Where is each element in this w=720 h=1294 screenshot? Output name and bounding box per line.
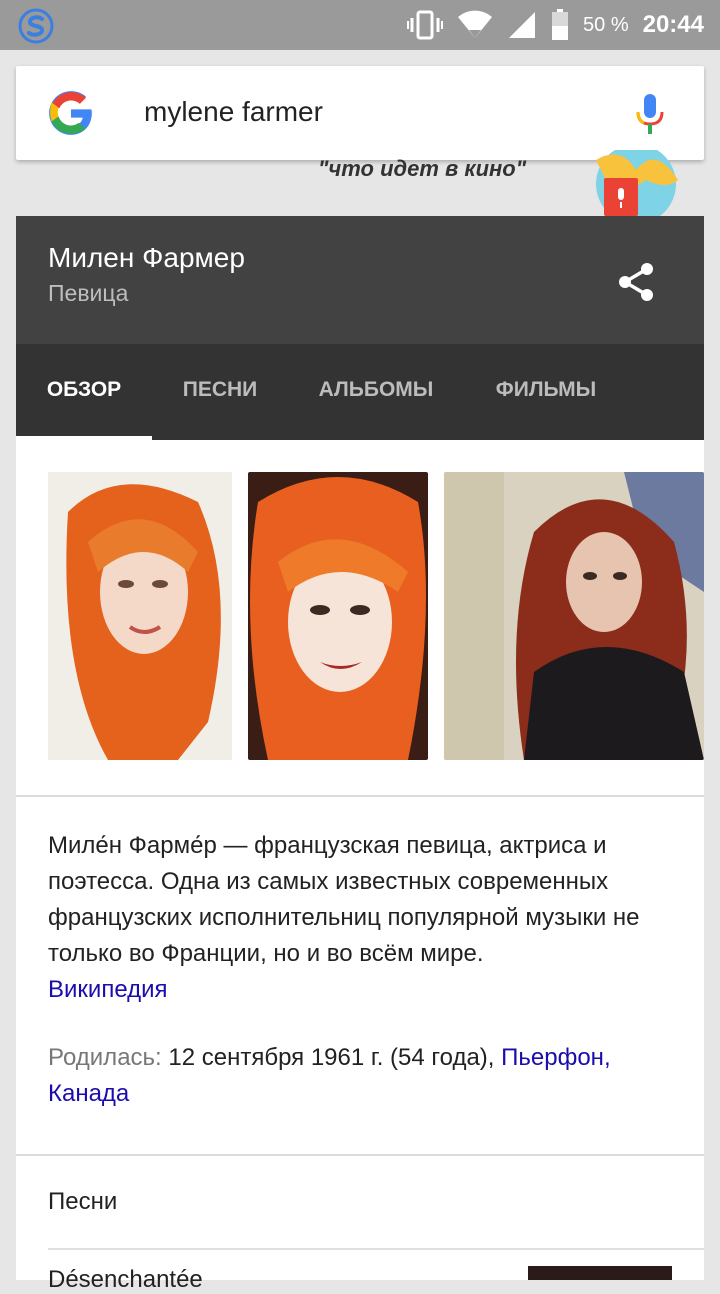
born-label: Родилась: <box>48 1044 162 1071</box>
vibrate-icon <box>407 10 444 40</box>
description-text: Миле́н Фарме́р — французская певица, акт… <box>48 832 640 967</box>
search-query[interactable]: mylene farmer <box>144 96 323 128</box>
photo-1[interactable] <box>48 472 232 760</box>
share-icon[interactable] <box>614 260 658 304</box>
overview-card: Миле́н Фарме́р — французская певица, акт… <box>16 440 704 1293</box>
doodle-caption: "что идет в кино" <box>318 156 527 181</box>
wikipedia-link[interactable]: Википедия <box>48 976 168 1003</box>
battery-percent: 50 % <box>583 13 629 36</box>
tab-albums[interactable]: АЛЬБОМЫ <box>288 344 464 440</box>
songs-heading: Песни <box>48 1188 118 1215</box>
swiftkey-s-icon <box>18 8 54 44</box>
born-value: 12 сентября 1961 г. (54 года), <box>168 1044 495 1071</box>
mic-icon[interactable] <box>634 92 666 136</box>
photo-2[interactable] <box>248 472 428 760</box>
clock: 20:44 <box>642 11 704 38</box>
wifi-icon <box>458 10 493 38</box>
songs-divider <box>48 1248 704 1250</box>
entity-description: Миле́н Фарме́р — французская певица, акт… <box>48 828 688 1008</box>
entity-subtitle: Певица <box>48 280 129 306</box>
doodle-illustration <box>596 150 678 216</box>
battery-icon <box>552 9 569 40</box>
section-divider <box>16 795 704 797</box>
status-bar: 50 % 20:44 <box>0 0 720 50</box>
signal-icon <box>509 12 536 38</box>
knowledge-panel-header: Милен Фармер Певица <box>16 216 704 344</box>
section-divider <box>16 1154 704 1156</box>
google-g-icon <box>49 91 92 135</box>
song-item[interactable]: Désenchantée <box>48 1266 203 1294</box>
born-fact: Родилась: 12 сентября 1961 г. (54 года),… <box>48 1040 688 1112</box>
photo-3[interactable] <box>444 472 704 760</box>
tab-films[interactable]: ФИЛЬМЫ <box>464 344 628 440</box>
tab-songs[interactable]: ПЕСНИ <box>152 344 288 440</box>
tab-bar: ОБЗОР ПЕСНИ АЛЬБОМЫ ФИЛЬМЫ <box>16 344 704 440</box>
tab-overview[interactable]: ОБЗОР <box>16 344 152 440</box>
song-thumbnail[interactable] <box>528 1266 672 1280</box>
search-bar[interactable]: mylene farmer <box>16 66 704 160</box>
entity-title: Милен Фармер <box>48 242 245 273</box>
